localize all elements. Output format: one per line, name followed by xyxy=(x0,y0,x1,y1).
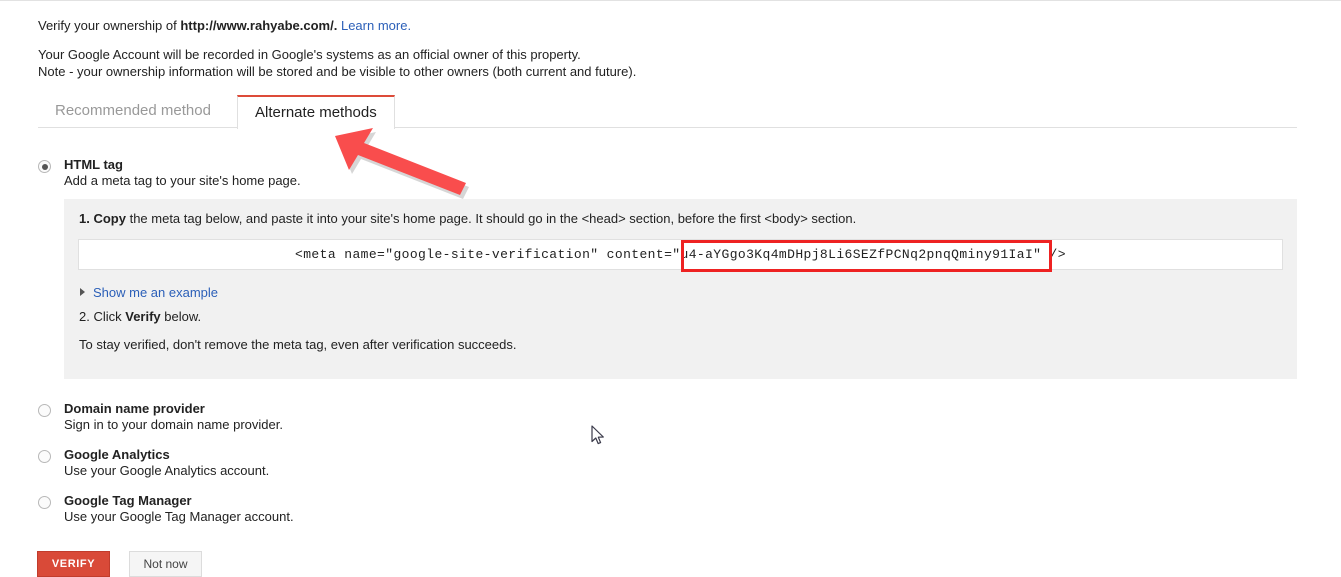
learn-more-link[interactable]: Learn more. xyxy=(341,18,411,33)
property-url: http://www.rahyabe.com/. xyxy=(180,18,338,33)
tab-alternate-methods[interactable]: Alternate methods xyxy=(237,95,395,129)
step-2-number: 2. Click xyxy=(79,309,126,324)
stay-verified-note: To stay verified, don't remove the meta … xyxy=(79,337,517,352)
verify-prefix-text: Verify your ownership of xyxy=(38,18,181,33)
method-subtitle-google-tag-manager: Use your Google Tag Manager account. xyxy=(64,509,294,524)
method-subtitle-domain-name-provider: Sign in to your domain name provider. xyxy=(64,417,283,432)
ownership-note: Your Google Account will be recorded in … xyxy=(38,46,1138,80)
step-1-text: the meta tag below, and paste it into yo… xyxy=(125,211,857,226)
step-2-instruction: 2. Click Verify below. xyxy=(79,309,201,324)
chevron-right-icon xyxy=(80,288,85,296)
method-subtitle-google-analytics: Use your Google Analytics account. xyxy=(64,463,270,478)
method-title-html-tag[interactable]: HTML tag xyxy=(64,157,123,172)
page-top-divider xyxy=(0,0,1341,1)
not-now-button[interactable]: Not now xyxy=(129,551,202,577)
radio-html-tag[interactable] xyxy=(38,160,51,173)
method-title-google-analytics[interactable]: Google Analytics xyxy=(64,447,170,462)
method-tabs: Recommended method Alternate methods xyxy=(38,95,1297,129)
tab-recommended-method[interactable]: Recommended method xyxy=(38,95,228,128)
step-1-instruction: 1. Copy the meta tag below, and paste it… xyxy=(79,211,856,226)
radio-google-analytics[interactable] xyxy=(38,450,51,463)
show-me-an-example-link[interactable]: Show me an example xyxy=(80,285,218,300)
method-subtitle-html-tag: Add a meta tag to your site's home page. xyxy=(64,173,301,188)
meta-tag-prefix: <meta name="google-site-verification" co… xyxy=(295,247,681,262)
meta-tag-value: <meta name="google-site-verification" co… xyxy=(79,240,1282,269)
mouse-pointer-icon xyxy=(591,425,604,445)
step-2-verify-emphasis: Verify xyxy=(125,309,161,324)
step-1-copy-emphasis: Copy xyxy=(93,211,126,226)
meta-tag-token: u4-aYGgo3Kq4mDHpj8Li6SEZfPCNq2pnqQminy91… xyxy=(680,247,1034,262)
ownership-note-line2: Note - your ownership information will b… xyxy=(38,64,637,79)
method-title-domain-name-provider[interactable]: Domain name provider xyxy=(64,401,205,416)
method-title-google-tag-manager[interactable]: Google Tag Manager xyxy=(64,493,192,508)
step-2-text: below. xyxy=(160,309,202,324)
verify-button[interactable]: VERIFY xyxy=(37,551,110,577)
page-header: Verify your ownership of http://www.rahy… xyxy=(38,18,1138,80)
radio-google-tag-manager[interactable] xyxy=(38,496,51,509)
step-1-number: 1. xyxy=(79,211,94,226)
meta-tag-suffix: " /> xyxy=(1033,247,1066,262)
radio-domain-name-provider[interactable] xyxy=(38,404,51,417)
ownership-verify-line: Verify your ownership of http://www.rahy… xyxy=(38,18,1138,34)
ownership-note-line1: Your Google Account will be recorded in … xyxy=(38,47,581,62)
annotation-arrow-icon xyxy=(335,128,469,199)
show-example-label: Show me an example xyxy=(93,285,219,300)
meta-tag-input[interactable]: <meta name="google-site-verification" co… xyxy=(78,239,1283,270)
html-tag-instructions-panel: 1. Copy the meta tag below, and paste it… xyxy=(64,199,1297,379)
